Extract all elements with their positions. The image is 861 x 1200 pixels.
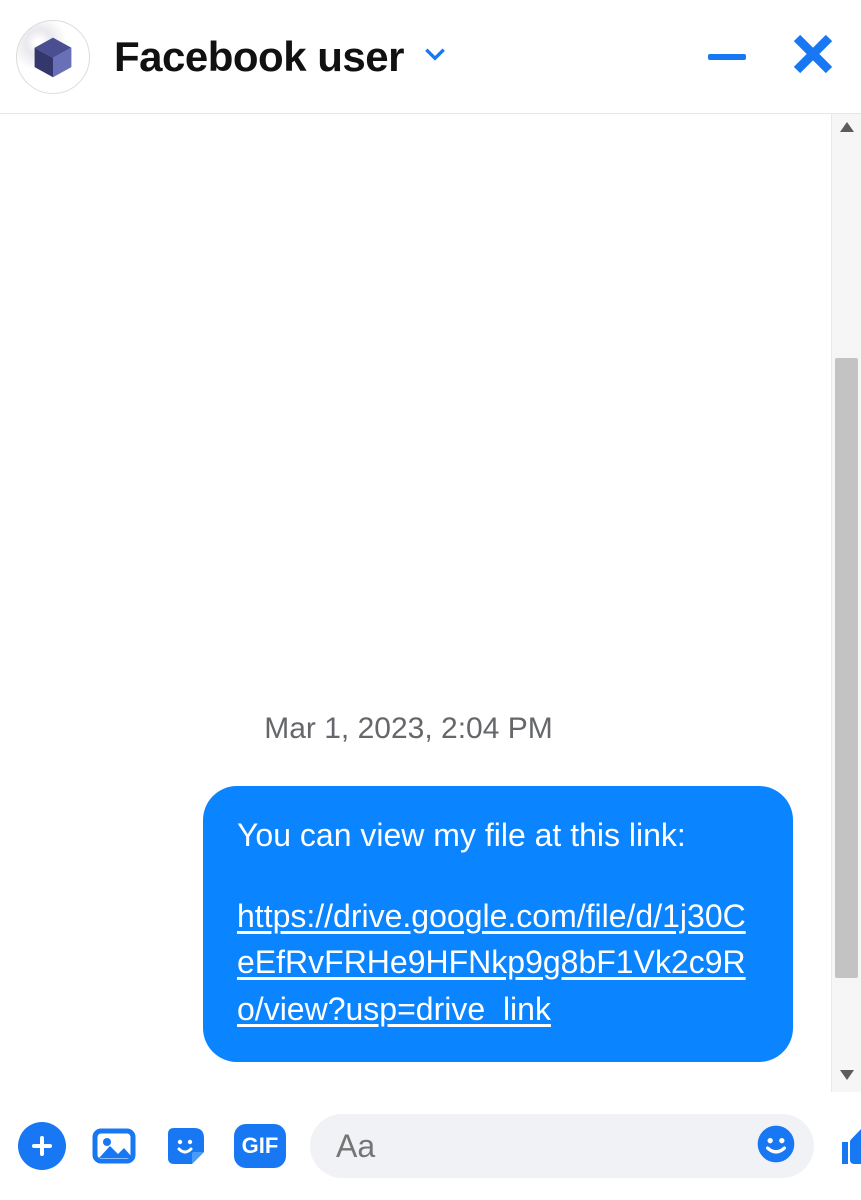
like-button[interactable] [838, 1120, 861, 1172]
avatar[interactable] [16, 20, 90, 94]
smile-icon [756, 1124, 796, 1164]
add-button[interactable] [18, 1120, 66, 1172]
photo-icon [90, 1122, 138, 1170]
message-text: You can view my file at this link: [237, 817, 686, 853]
sticker-button[interactable] [162, 1120, 210, 1172]
gif-icon: GIF [234, 1124, 286, 1168]
scroll-up-arrow-icon[interactable] [839, 120, 855, 138]
window-controls [701, 31, 839, 83]
messenger-window: Facebook user Mar 1, 2023, 2:04 PM You c… [0, 0, 861, 1200]
minimize-button[interactable] [701, 31, 753, 83]
sticker-icon [162, 1122, 210, 1170]
chat-body: Mar 1, 2023, 2:04 PM You can view my fil… [0, 114, 861, 1092]
spacer [237, 859, 759, 893]
chat-header: Facebook user [0, 0, 861, 114]
thumbs-up-icon [838, 1122, 861, 1170]
minimize-icon [708, 54, 746, 60]
message-link[interactable]: https://drive.google.com/file/d/1j30CeEf… [237, 898, 746, 1027]
scrollbar-thumb[interactable] [835, 358, 858, 978]
cube-icon [30, 34, 76, 80]
message-timestamp: Mar 1, 2023, 2:04 PM [24, 712, 793, 746]
close-icon [789, 30, 837, 83]
emoji-button[interactable] [756, 1124, 796, 1169]
message-input-wrap[interactable] [310, 1114, 814, 1178]
spacer [24, 114, 793, 712]
message-list[interactable]: Mar 1, 2023, 2:04 PM You can view my fil… [0, 114, 831, 1092]
title-area[interactable]: Facebook user [114, 33, 701, 81]
vertical-scrollbar[interactable] [831, 114, 861, 1092]
photo-button[interactable] [90, 1120, 138, 1172]
message-input[interactable] [336, 1128, 756, 1165]
plus-icon [18, 1122, 66, 1170]
composer-bar: GIF [0, 1092, 861, 1200]
scroll-down-arrow-icon[interactable] [839, 1068, 855, 1086]
gif-button[interactable]: GIF [234, 1120, 286, 1172]
close-button[interactable] [787, 31, 839, 83]
chat-title: Facebook user [114, 33, 404, 81]
chevron-down-icon [422, 41, 448, 72]
sent-message-bubble[interactable]: You can view my file at this link: https… [203, 786, 793, 1062]
scrollbar-track[interactable] [832, 138, 861, 1068]
